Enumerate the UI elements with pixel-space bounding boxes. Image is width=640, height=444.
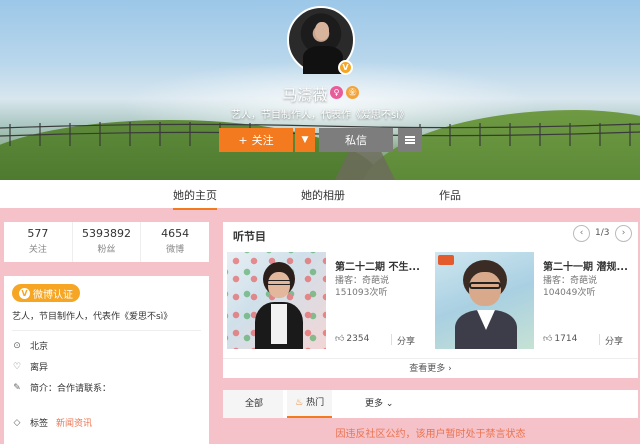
tags-label: 标签 (30, 419, 49, 429)
podcast-plays: 104049次听 (543, 288, 596, 298)
stat-label: 关注 (28, 245, 47, 255)
location-text: 北京 (30, 342, 49, 352)
ban-notice: 因违反社区公约，该用户暂时处于禁言状态 (335, 429, 526, 440)
profile-tabs: 她的主页 她的相册 作品 (0, 180, 640, 210)
stat-value: 577 (27, 227, 49, 240)
stats-panel: 577 关注 5393892 粉丝 4654 微博 (4, 222, 209, 262)
prev-page-button[interactable]: ‹ (573, 225, 590, 242)
like-button[interactable]: 👍︎ 2354 (335, 334, 369, 344)
stat-following[interactable]: 577 关注 (4, 222, 73, 262)
like-count: 1714 (554, 334, 578, 344)
podcast-title[interactable]: 第二十一期 潜规... (543, 258, 633, 273)
info-tags: ◇ 标签 新闻资讯 (12, 416, 201, 430)
profile-description: 艺人，节目制作人，代表作《爱思不sì》 (231, 110, 409, 121)
verified-icon: V (19, 287, 30, 299)
relationship-text: 离异 (30, 363, 49, 373)
stat-label: 粉丝 (97, 245, 116, 255)
verification-badge[interactable]: V 微博认证 (12, 284, 80, 302)
podcast-card[interactable]: 第二十一期 潜规... 播客：奇葩说 104049次听 👍︎ 1714 分享 (431, 252, 635, 349)
pager-text: 1/3 (595, 228, 610, 238)
stat-value: 5393892 (82, 227, 131, 240)
tab-works[interactable]: 作品 (439, 187, 461, 203)
podcast-meta: 第二十二期 不生... 播客：奇葩说 151093次听 👍︎ 2354 分享 (331, 252, 427, 349)
follow-label: 关注 (251, 134, 274, 147)
member-icon[interactable]: ㊎ (346, 86, 359, 99)
message-button[interactable]: 私信 (319, 128, 393, 152)
stat-followers[interactable]: 5393892 粉丝 (73, 222, 142, 262)
filter-hot-tab[interactable]: ♨ 热门 (287, 390, 333, 418)
stat-posts[interactable]: 4654 微博 (141, 222, 209, 262)
chevron-down-icon: ▼ (301, 135, 309, 145)
podcast-thumbnail[interactable] (435, 252, 534, 349)
podcast-title[interactable]: 第二十二期 不生... (335, 258, 425, 273)
profile-cover: V 马濤薇 ♀ ㊎ 艺人，节目制作人，代表作《爱思不sì》 + 关注 ▼ 私信 (0, 0, 640, 180)
stat-value: 4654 (161, 227, 190, 240)
podcast-panel-title: 听节目 (233, 230, 266, 243)
fire-icon: ♨ (295, 398, 304, 408)
view-more-link[interactable]: 查看更多 › (223, 358, 638, 378)
like-button[interactable]: 👍︎ 1714 (543, 334, 577, 344)
podcast-panel: 听节目 ‹ 1/3 › 第二十二期 不生... 播客：奇葩说 151093次听 … (223, 222, 638, 378)
info-location: ⊙ 北京 (12, 339, 201, 353)
filter-all-tab[interactable]: 全部 (245, 390, 263, 418)
podcast-meta: 第二十一期 潜规... 播客：奇葩说 104049次听 👍︎ 1714 分享 (539, 252, 635, 349)
verified-badge-icon: V (338, 60, 353, 75)
thumbs-up-icon: 👍︎ (543, 334, 553, 344)
location-pin-icon: ⊙ (13, 340, 21, 351)
filter-hot-label: 热门 (306, 398, 325, 408)
filter-more-tab[interactable]: 更多 ⌄ (365, 390, 393, 418)
name-icons: ♀ ㊎ (330, 86, 359, 99)
feed-filter-bar: 全部 ♨ 热门 更多 ⌄ (223, 390, 638, 418)
podcast-plays: 151093次听 (335, 288, 388, 298)
next-page-button[interactable]: › (615, 225, 632, 242)
info-relationship: ♡ 离异 (12, 360, 201, 374)
thumbs-up-icon: 👍︎ (335, 334, 345, 344)
bio-icon: ✎ (13, 382, 21, 393)
menu-icon (405, 136, 415, 144)
stat-label: 微博 (166, 245, 185, 255)
podcast-thumbnail[interactable] (227, 252, 326, 349)
tag-link[interactable]: 新闻资讯 (56, 416, 92, 429)
female-icon: ♀ (330, 86, 343, 99)
follow-button[interactable]: + 关注 (219, 128, 293, 152)
tab-home[interactable]: 她的主页 (173, 187, 217, 210)
podcast-card[interactable]: 第二十二期 不生... 播客：奇葩说 151093次听 👍︎ 2354 分享 (223, 252, 427, 349)
share-button[interactable]: 分享 (397, 334, 415, 347)
like-count: 2354 (346, 334, 370, 344)
bio-text: 简介：合作请联系： (30, 384, 112, 394)
tag-icon: ◇ (13, 417, 21, 428)
info-bio: ✎ 简介：合作请联系： (12, 381, 201, 395)
follow-dropdown-button[interactable]: ▼ (295, 128, 315, 152)
share-button[interactable]: 分享 (605, 334, 623, 347)
plus-icon: + (238, 133, 248, 147)
profile-info-panel: V 微博认证 艺人，节目制作人，代表作《爱思不sì》 ⊙ 北京 ♡ 离异 ✎ 简… (4, 276, 209, 444)
more-menu-button[interactable] (398, 128, 422, 152)
heart-icon: ♡ (12, 361, 22, 372)
tab-album[interactable]: 她的相册 (301, 187, 345, 203)
verification-label: 微博认证 (33, 289, 73, 301)
profile-intro: 艺人，节目制作人，代表作《爱思不sì》 (12, 309, 201, 331)
